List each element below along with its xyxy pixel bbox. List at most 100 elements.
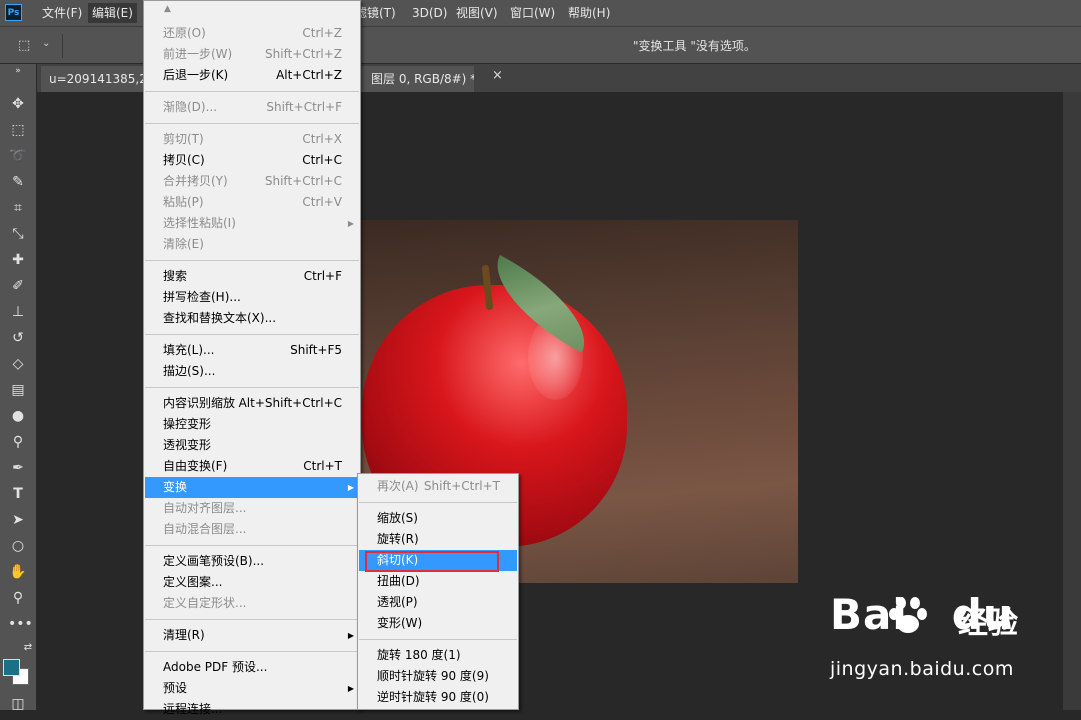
- menu-item[interactable]: 搜索 Ctrl+F: [145, 266, 359, 287]
- menu-item: 自动混合图层...: [145, 519, 359, 540]
- watermark-url: jingyan.baidu.com: [830, 658, 1014, 680]
- lasso-tool-icon[interactable]: ➰: [8, 146, 28, 166]
- menu-item-label: Adobe PDF 预设...: [163, 660, 268, 674]
- menu-item[interactable]: 内容识别缩放 Alt+Shift+Ctrl+C: [145, 393, 359, 414]
- menu-item[interactable]: 查找和替换文本(X)...: [145, 308, 359, 329]
- photoshop-logo-icon: Ps: [5, 4, 22, 21]
- menu-scroll-up-icon[interactable]: ▲: [164, 4, 171, 14]
- menu-item[interactable]: 清理(R) ▶: [145, 625, 359, 646]
- menu-item-label: 变形(W): [377, 616, 423, 630]
- menu-filter[interactable]: 滤镜(T): [355, 0, 396, 26]
- menu-separator: [145, 387, 359, 388]
- options-message: "变换工具 "没有选项。: [633, 39, 756, 53]
- menu-file[interactable]: 文件(F): [42, 0, 82, 26]
- menu-help[interactable]: 帮助(H): [568, 0, 610, 26]
- menu-separator: [145, 619, 359, 620]
- history-brush-tool-icon[interactable]: ↺: [8, 328, 28, 348]
- menu-item-label: 描边(S)...: [163, 364, 216, 378]
- menu-item[interactable]: 透视变形: [145, 435, 359, 456]
- menu-item: 清除(E): [145, 234, 359, 255]
- marquee-tool-icon[interactable]: ⬚: [8, 120, 28, 140]
- menu-item-label: 定义画笔预设(B)...: [163, 554, 265, 568]
- path-select-tool-icon[interactable]: ➤: [8, 510, 28, 530]
- menu-item[interactable]: 变形(W): [359, 613, 517, 634]
- menu-item: 自动对齐图层...: [145, 498, 359, 519]
- menu-item[interactable]: 操控变形: [145, 414, 359, 435]
- submenu-arrow-icon: ▶: [347, 219, 354, 228]
- menu-item: 选择性粘贴(I) ▶: [145, 213, 359, 234]
- brush-tool-icon[interactable]: ✐: [8, 276, 28, 296]
- more-tools-icon[interactable]: •••: [8, 614, 33, 634]
- stamp-tool-icon[interactable]: ⊥: [8, 302, 28, 322]
- menu-item-shortcut: Alt+Shift+Ctrl+C: [238, 396, 342, 410]
- menu-item[interactable]: 后退一步(K) Alt+Ctrl+Z: [145, 65, 359, 86]
- menu-item-label: 查找和替换文本(X)...: [163, 311, 277, 325]
- menu-item[interactable]: 定义图案...: [145, 572, 359, 593]
- menu-item[interactable]: 描边(S)...: [145, 361, 359, 382]
- crop-tool-icon[interactable]: ⌗: [8, 198, 28, 218]
- swap-colors-icon[interactable]: ⇄: [18, 638, 38, 658]
- menu-window[interactable]: 窗口(W): [510, 0, 555, 26]
- zoom-tool-icon[interactable]: ⚲: [8, 588, 28, 608]
- menu-item[interactable]: 填充(L)... Shift+F5: [145, 340, 359, 361]
- menu-separator: [145, 260, 359, 261]
- menu-3d[interactable]: 3D(D): [412, 0, 447, 26]
- gradient-tool-icon[interactable]: ▤: [8, 380, 28, 400]
- menu-item[interactable]: 定义画笔预设(B)...: [145, 551, 359, 572]
- menu-item-label: 前进一步(W): [163, 47, 233, 61]
- menu-item[interactable]: 扭曲(D): [359, 571, 517, 592]
- menu-item: 剪切(T) Ctrl+X: [145, 129, 359, 150]
- menu-item[interactable]: 顺时针旋转 90 度(9): [359, 666, 517, 687]
- menu-item-label: 内容识别缩放: [163, 396, 236, 410]
- menu-separator: [145, 545, 359, 546]
- foreground-color-swatch[interactable]: [3, 659, 20, 676]
- move-tool-icon[interactable]: ✥: [8, 94, 28, 114]
- menu-item[interactable]: 拷贝(C) Ctrl+C: [145, 150, 359, 171]
- quick-mask-icon[interactable]: ◫: [8, 694, 28, 714]
- options-divider: [62, 34, 63, 58]
- quick-select-tool-icon[interactable]: ✎: [8, 172, 28, 192]
- menu-item: 还原(O) Ctrl+Z: [145, 23, 359, 44]
- skew-highlight-box: [365, 551, 499, 572]
- menu-item-label: 还原(O): [163, 26, 206, 40]
- menu-separator: [359, 639, 517, 640]
- transform-tool-icon[interactable]: ⬚: [18, 38, 30, 53]
- menu-item-label: 操控变形: [163, 417, 212, 431]
- pen-tool-icon[interactable]: ✒: [8, 458, 28, 478]
- document-tab-title-rest: 图层 0, RGB/8#) *: [371, 72, 474, 86]
- eyedropper-tool-icon[interactable]: ⤡: [8, 224, 28, 244]
- menu-item[interactable]: 预设 ▶: [145, 678, 359, 699]
- blur-tool-icon[interactable]: ●: [8, 406, 28, 426]
- menu-item-shortcut: Shift+Ctrl+Z: [265, 47, 342, 61]
- menu-item[interactable]: 透视(P): [359, 592, 517, 613]
- type-tool-icon[interactable]: T: [8, 484, 28, 504]
- menu-item[interactable]: 旋转(R): [359, 529, 517, 550]
- paw-icon: [889, 597, 927, 633]
- menu-view[interactable]: 视图(V): [456, 0, 498, 26]
- menu-item[interactable]: 缩放(S): [359, 508, 517, 529]
- healing-brush-tool-icon[interactable]: ✚: [8, 250, 28, 270]
- menu-edit[interactable]: 编辑(E): [88, 3, 137, 23]
- eraser-tool-icon[interactable]: ◇: [8, 354, 28, 374]
- hand-tool-icon[interactable]: ✋: [8, 562, 28, 582]
- menu-item-label: 搜索: [163, 269, 188, 283]
- panel-collapse-icon[interactable]: »: [8, 61, 28, 81]
- menu-item-shortcut: Ctrl+C: [302, 153, 342, 167]
- submenu-arrow-icon: ▶: [347, 631, 354, 640]
- menu-item[interactable]: 拼写检查(H)...: [145, 287, 359, 308]
- menu-item[interactable]: 自由变换(F) Ctrl+T: [145, 456, 359, 477]
- menu-item[interactable]: 逆时针旋转 90 度(0): [359, 687, 517, 708]
- ellipse-tool-icon[interactable]: ○: [8, 536, 28, 556]
- menu-item-label: 旋转(R): [377, 532, 419, 546]
- menu-item[interactable]: Adobe PDF 预设...: [145, 657, 359, 678]
- close-icon[interactable]: ×: [492, 68, 503, 83]
- menu-item[interactable]: 变换 ▶: [145, 477, 359, 498]
- menu-item-label: 自动对齐图层...: [163, 501, 247, 515]
- menu-item-shortcut: Shift+Ctrl+F: [266, 100, 342, 114]
- dodge-tool-icon[interactable]: ⚲: [8, 432, 28, 452]
- menu-item-label: 扭曲(D): [377, 574, 420, 588]
- menu-item[interactable]: 旋转 180 度(1): [359, 645, 517, 666]
- menu-item-label: 旋转 180 度(1): [377, 648, 461, 662]
- menu-item-label: 后退一步(K): [163, 68, 229, 82]
- chevron-down-icon[interactable]: ⌄: [42, 38, 50, 49]
